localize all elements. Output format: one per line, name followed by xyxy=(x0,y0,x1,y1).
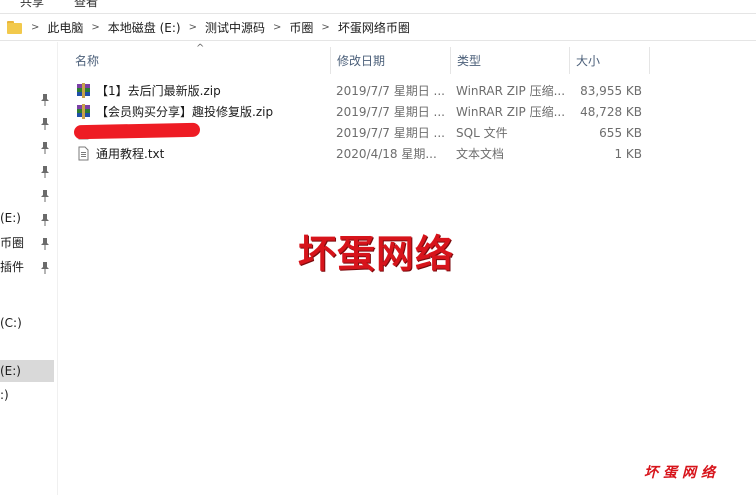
file-row[interactable]: 【会员购买分享】趣投修复版.zip 2019/7/7 星期日 ... WinRA… xyxy=(72,101,652,122)
nav-item-coin-circle[interactable]: 币圈 xyxy=(0,231,56,253)
nav-item-label: (E:) xyxy=(0,364,21,378)
nav-item-drive-other[interactable]: :) xyxy=(0,384,56,406)
file-name: 【会员购买分享】趣投修复版.zip xyxy=(96,105,274,119)
file-row[interactable]: 【1】去后门最新版.zip 2019/7/7 星期日 ... WinRAR ZI… xyxy=(72,80,652,101)
breadcrumb-local-disk[interactable]: 本地磁盘 (E:) xyxy=(108,19,181,36)
nav-item-label: 币圈 xyxy=(0,235,25,250)
pin-icon[interactable] xyxy=(40,166,50,178)
breadcrumb-this-pc[interactable]: 此电脑 xyxy=(47,19,83,36)
column-header-label: 修改日期 xyxy=(337,54,386,68)
nav-item-label: :) xyxy=(0,388,9,402)
corner-watermark-text: 坏蛋网络 xyxy=(644,465,720,481)
pin-icon[interactable] xyxy=(40,142,50,154)
watermark-text: 坏蛋网络 xyxy=(298,231,455,276)
ribbon-tabs: 共享 查看 xyxy=(0,0,756,10)
folder-icon xyxy=(7,20,23,34)
pin-icon[interactable] xyxy=(40,118,50,130)
nav-item-drive-c[interactable]: (C:) xyxy=(0,312,56,334)
winrar-zip-icon xyxy=(77,104,90,119)
file-list-header: ^ 名称 修改日期 类型 大小 xyxy=(58,43,756,74)
nav-item-label: (C:) xyxy=(0,316,22,330)
nav-item-label: 插件 xyxy=(0,259,25,274)
ribbon-tab-share[interactable]: 共享 xyxy=(20,0,44,10)
chevron-right-icon[interactable]: > xyxy=(273,22,281,33)
file-name: 【1】去后门最新版.zip xyxy=(96,84,221,98)
file-size: 1 KB xyxy=(614,146,642,161)
file-type: WinRAR ZIP 压缩... xyxy=(456,105,566,119)
column-header-modified[interactable]: 修改日期 xyxy=(331,47,451,74)
address-bar[interactable]: > 此电脑 > 本地磁盘 (E:) > 测试中源码 > 币圈 > 坏蛋网络币圈 xyxy=(0,13,756,41)
pin-icon[interactable] xyxy=(40,190,50,202)
column-header-label: 类型 xyxy=(457,54,482,68)
nav-item-label: (E:) xyxy=(0,211,21,225)
nav-item-drive-e[interactable]: (E:) xyxy=(0,207,56,229)
file-size: 655 KB xyxy=(599,125,642,140)
file-size: 83,955 KB xyxy=(580,83,642,98)
column-header-label: 大小 xyxy=(576,54,601,68)
breadcrumb-coin-circle[interactable]: 币圈 xyxy=(289,19,313,36)
chevron-right-icon[interactable]: > xyxy=(321,22,329,33)
winrar-zip-icon xyxy=(77,83,90,98)
redaction-mark xyxy=(73,122,201,140)
column-header-name[interactable]: 名称 xyxy=(69,47,331,74)
file-modified: 2019/7/7 星期日 ... xyxy=(336,126,445,140)
text-file-icon xyxy=(78,146,89,161)
column-header-type[interactable]: 类型 xyxy=(451,47,570,74)
file-name: 通用教程.txt xyxy=(96,147,165,161)
navigation-pane: (E:) 币圈 插件 (C:) (E:) :) xyxy=(0,42,58,495)
file-type: WinRAR ZIP 压缩... xyxy=(456,84,566,98)
file-modified: 2019/7/7 星期日 ... xyxy=(336,105,445,119)
column-header-size[interactable]: 大小 xyxy=(570,47,650,74)
nav-item-plugins[interactable]: 插件 xyxy=(0,255,56,277)
file-row[interactable]: 通用教程.txt 2020/4/18 星期... 文本文档 1 KB xyxy=(72,143,652,164)
ribbon-tab-view[interactable]: 查看 xyxy=(74,0,98,10)
file-modified: 2019/7/7 星期日 ... xyxy=(336,84,445,98)
breadcrumb-test-source[interactable]: 测试中源码 xyxy=(205,19,265,36)
chevron-right-icon[interactable]: > xyxy=(31,22,39,33)
chevron-right-icon[interactable]: > xyxy=(91,22,99,33)
file-type: 文本文档 xyxy=(456,147,505,161)
nav-item-drive-e-selected[interactable]: (E:) xyxy=(0,360,54,382)
column-header-label: 名称 xyxy=(75,54,100,68)
breadcrumb-current-folder[interactable]: 坏蛋网络币圈 xyxy=(338,19,410,36)
pin-icon[interactable] xyxy=(40,94,50,106)
file-size: 48,728 KB xyxy=(580,104,642,119)
chevron-right-icon[interactable]: > xyxy=(189,22,197,33)
file-modified: 2020/4/18 星期... xyxy=(336,147,437,161)
file-type: SQL 文件 xyxy=(456,126,508,140)
